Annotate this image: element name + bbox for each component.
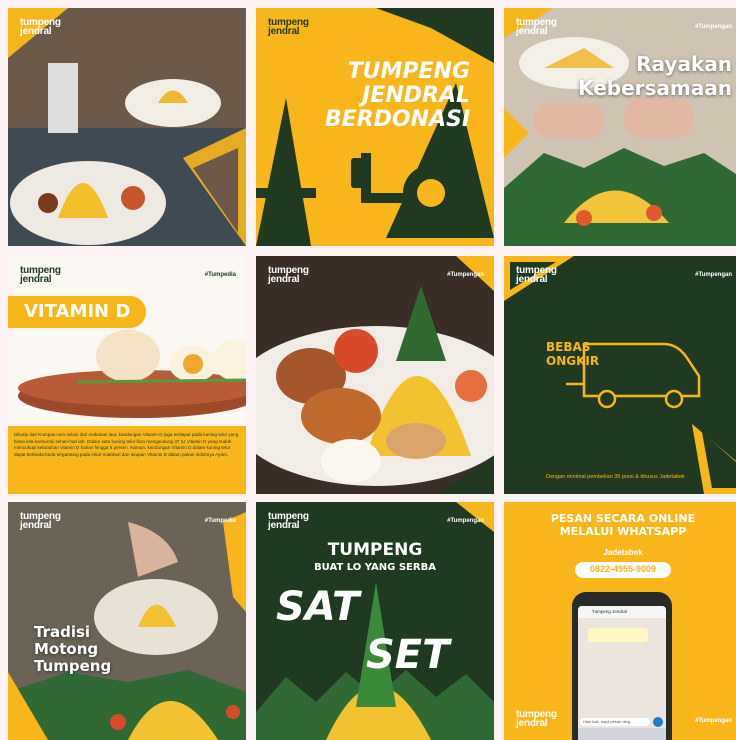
brand-logo: tumpeng jendral bbox=[268, 17, 309, 37]
brand-logo: tumpeng jendral bbox=[268, 511, 309, 531]
line2: BUAT LO YANG SERBA bbox=[314, 562, 436, 573]
set-text: SET bbox=[366, 632, 450, 678]
region-label: Jadetabek bbox=[603, 548, 643, 557]
post-grid: tumpeng jendral tumpeng jendral #Tumpengan… bbox=[0, 0, 736, 740]
post-tile-tumpeng-closeup[interactable]: tumpeng jendral #Tumpengan bbox=[256, 256, 494, 494]
brand-logo: tumpeng jendral bbox=[268, 265, 309, 285]
post-tile-tradisi[interactable]: tumpeng jendral #Tumpedia Tradisi Motong … bbox=[8, 502, 246, 740]
delivery-van-icon bbox=[504, 256, 736, 494]
brand-logo: tumpeng jendral bbox=[20, 511, 61, 531]
phone-number: 0822-4955-9009 bbox=[589, 564, 657, 574]
headline: Tradisi Motong Tumpeng bbox=[34, 623, 112, 675]
keyboard bbox=[578, 728, 666, 740]
vitamin-body: Dikutip dari Kompas.com selain dari maka… bbox=[14, 432, 239, 457]
tradisi-photo bbox=[8, 502, 246, 740]
meal-photo bbox=[8, 8, 246, 246]
brand-logo: tumpeng jendral bbox=[516, 265, 557, 285]
post-tile-vitamin-d[interactable]: tumpeng jendral #Tumpedia VITAMIN D Dikut… bbox=[8, 256, 246, 494]
vitamin-title: VITAMIN D bbox=[24, 301, 131, 322]
headline: BEBAS ONGKIR bbox=[546, 340, 600, 368]
hashtag: #Tumpengan bbox=[695, 272, 732, 278]
hashtag: #Tumpengan bbox=[695, 24, 732, 30]
sat-text: SAT bbox=[276, 584, 360, 630]
headline: PESAN SECARA ONLINE MELALUI WHATSAPP bbox=[550, 512, 696, 538]
whatsapp-screen: Tumpeng Jendral Halo kak, saya pesan din… bbox=[578, 606, 666, 740]
post-tile-meal-photo[interactable]: tumpeng jendral bbox=[8, 8, 246, 246]
hashtag: #Tumpengan bbox=[447, 24, 484, 30]
chat-input-text: Halo kak, saya pesan ding... bbox=[583, 719, 634, 724]
post-tile-rayakan[interactable]: tumpeng jendral #Tumpengan Rayakan Kebers… bbox=[504, 8, 736, 246]
brand-logo: tumpeng jendral bbox=[20, 265, 61, 285]
egg-graphic bbox=[8, 330, 246, 494]
hashtag: #Tumpengan bbox=[695, 718, 732, 724]
hashtag: #Tumpengan bbox=[447, 518, 484, 524]
chat-bubble bbox=[588, 628, 648, 642]
post-tile-whatsapp[interactable]: PESAN SECARA ONLINE MELALUI WHATSAPP Jad… bbox=[504, 502, 736, 740]
headline: TUMPENG JENDRAL BERDONASI bbox=[324, 59, 470, 132]
post-tile-sat-set[interactable]: tumpeng jendral #Tumpengan TUMPENG BUAT L… bbox=[256, 502, 494, 740]
brand-logo: tumpeng jendral bbox=[516, 17, 557, 37]
post-tile-berdonasi[interactable]: tumpeng jendral #Tumpengan TUMPENG JENDRA… bbox=[256, 8, 494, 246]
smartphone-mockup: Tumpeng Jendral Halo kak, saya pesan din… bbox=[572, 592, 672, 740]
hashtag: #Tumpedia bbox=[204, 272, 236, 278]
chat-name: Tumpeng Jendral bbox=[592, 609, 627, 614]
line1: TUMPENG bbox=[327, 540, 423, 560]
rayakan-photo bbox=[504, 8, 736, 246]
send-icon[interactable] bbox=[653, 717, 663, 727]
brand-logo: tumpeng jendral bbox=[516, 709, 557, 729]
hashtag: #Tumpedia bbox=[204, 518, 236, 524]
hashtag: #Tumpengan bbox=[447, 272, 484, 278]
footnote: Dengan minimal pembelian 35 porsi & khus… bbox=[546, 474, 685, 480]
brand-logo: tumpeng jendral bbox=[20, 17, 61, 37]
headline: Rayakan Kebersamaan bbox=[578, 52, 732, 100]
post-tile-bebas-ongkir[interactable]: tumpeng jendral #Tumpengan BEBAS ONGKIR D… bbox=[504, 256, 736, 494]
tumpeng-closeup-photo bbox=[256, 256, 494, 494]
